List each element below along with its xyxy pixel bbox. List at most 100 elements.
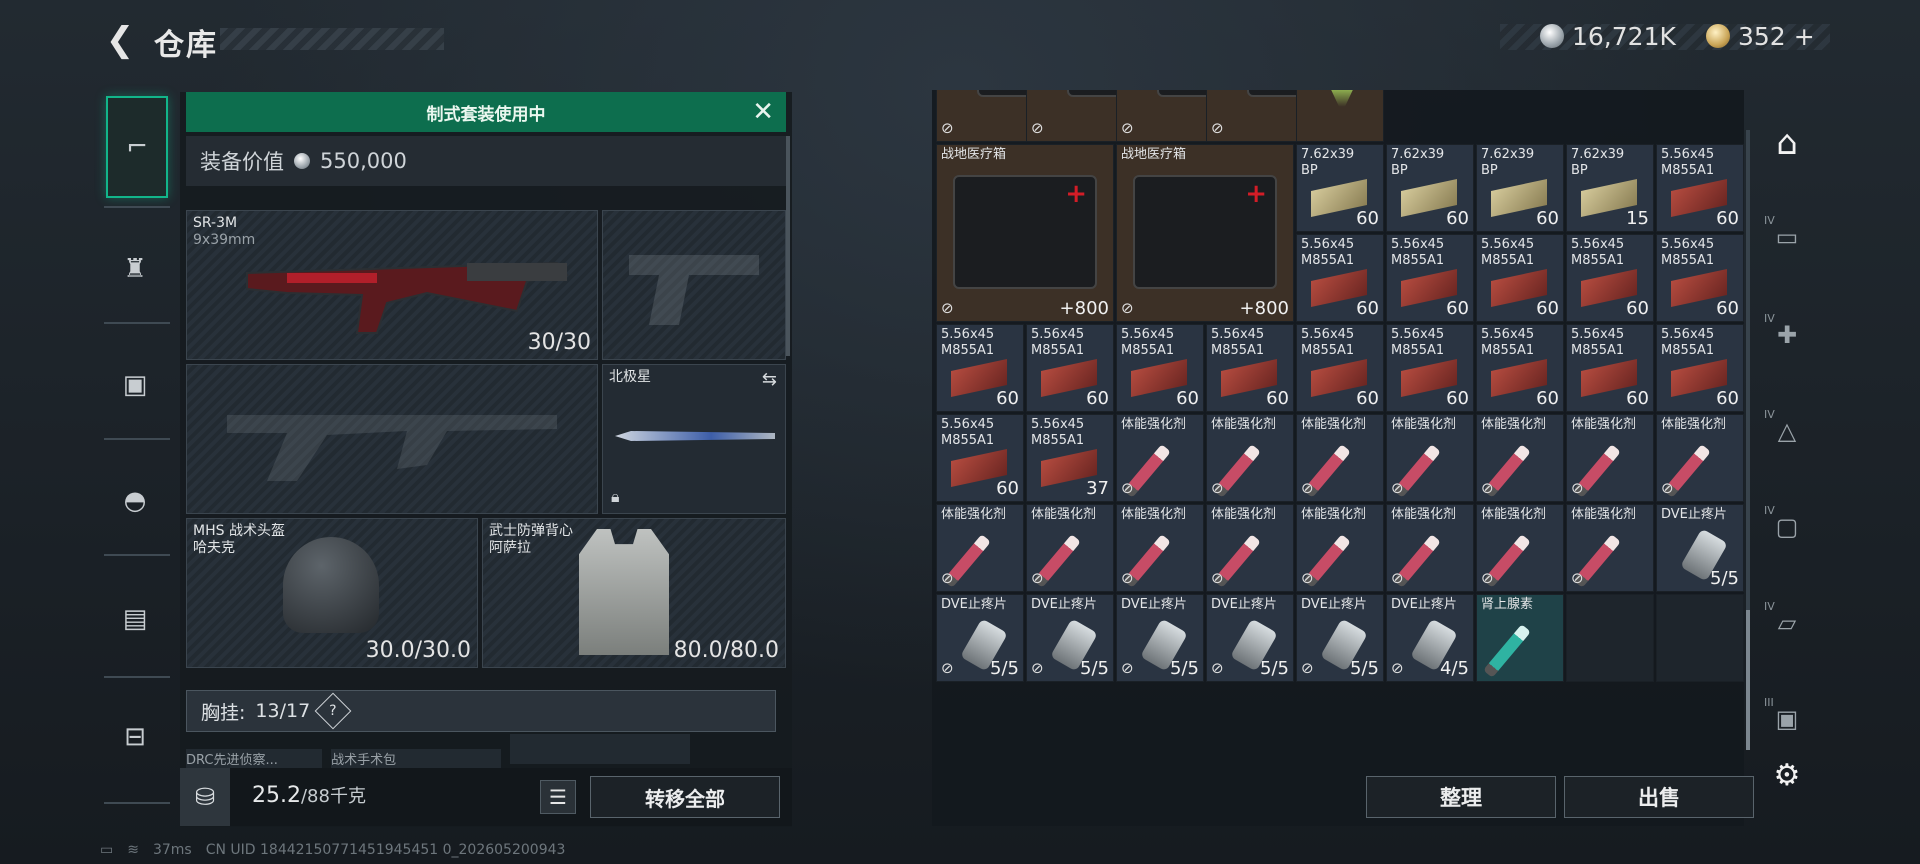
stash-item[interactable]: 体能强化剂 ⊘ xyxy=(1206,504,1294,592)
stash-scrollbar[interactable] xyxy=(1746,130,1750,750)
chest-item[interactable] xyxy=(510,734,691,764)
stash-item[interactable]: 5.56x45 M855A1 60 xyxy=(1476,234,1564,322)
stash-item[interactable]: 7.62x39 BP 60 xyxy=(1476,144,1564,232)
stash-item[interactable]: 5.56x45 M855A1 60 xyxy=(1656,324,1744,412)
stash-item[interactable]: 体能强化剂 ⊘ xyxy=(1116,414,1204,502)
chest-rig-header[interactable]: 胸挂: 13/17 ? xyxy=(186,690,776,732)
empty-stash-cell[interactable] xyxy=(1566,594,1654,682)
stash-item[interactable]: DVE止疼片 ⊘ 5/5 xyxy=(1116,594,1204,682)
all-items-tab[interactable]: ⌂ xyxy=(1762,118,1812,168)
pouch-tab[interactable]: ▤ xyxy=(106,590,164,648)
stash-item[interactable]: 体能强化剂 ⊘ xyxy=(1386,414,1474,502)
stash-item[interactable]: 战地医疗箱 ⊘ +800 xyxy=(936,144,1114,322)
stash-item[interactable]: 体能强化剂 ⊘ xyxy=(1656,414,1744,502)
stash-item[interactable]: DVE止疼片 ⊘ 4/5 xyxy=(1386,594,1474,682)
stash-item[interactable]: 5.56x45 M855A1 60 xyxy=(1656,234,1744,322)
category-tab[interactable]: IV △ xyxy=(1762,406,1812,456)
stash-item[interactable]: 7.62x39 BP 15 xyxy=(1566,144,1654,232)
stash-item[interactable]: 体能强化剂 ⊘ xyxy=(1206,414,1294,502)
armor-slot[interactable]: 武士防弹背心 阿萨拉 80.0/80.0 xyxy=(482,518,786,668)
stash-item[interactable]: 5.56x45 M855A1 60 xyxy=(1296,324,1384,412)
untradeable-icon: ⊘ xyxy=(1211,479,1224,497)
helmet-name: MHS 战术头盔 xyxy=(193,523,285,539)
stash-item[interactable]: DVE止疼片 ⊘ 5/5 xyxy=(1206,594,1294,682)
stash-item[interactable]: 体能强化剂 ⊘ xyxy=(1386,504,1474,592)
stash-item[interactable]: DVE止疼片 ⊘ 5/5 xyxy=(1296,594,1384,682)
stash-item[interactable]: 体能强化剂 ⊘ xyxy=(1296,504,1384,592)
chest-rig-tab[interactable]: ▣ xyxy=(106,356,164,414)
stash-item[interactable]: 5.56x45 M855A1 60 xyxy=(1656,144,1744,232)
stash-item[interactable]: 7.62x39 BP 60 xyxy=(1386,144,1474,232)
stash-item[interactable]: 5.56x45 M855A1 60 xyxy=(1116,324,1204,412)
stash-item[interactable]: 体能强化剂 ⊘ xyxy=(1296,414,1384,502)
stash-item[interactable]: 5.56x45 M855A1 60 xyxy=(1476,324,1564,412)
stash-item[interactable]: 漫长告别 xyxy=(1296,90,1384,142)
stash-item[interactable]: DVE止疼片 ⊘ 5/5 xyxy=(936,594,1024,682)
stash-item[interactable]: 5.56x45 M855A1 60 xyxy=(1386,234,1474,322)
stash-item[interactable]: 体能强化剂 ⊘ xyxy=(1116,504,1204,592)
sidearm-slot-empty[interactable] xyxy=(602,210,786,360)
list-button[interactable]: ☰ xyxy=(540,780,576,814)
back-button[interactable]: ❮ xyxy=(100,20,140,60)
stash-item[interactable]: DVE止疼片 ⊘ 5/5 xyxy=(1026,594,1114,682)
armor-tab[interactable]: ♜ xyxy=(106,240,164,298)
stash-item[interactable]: 体能强化剂 ⊘ xyxy=(936,504,1024,592)
item-count: 60 xyxy=(996,388,1019,409)
primary-weapon-slot[interactable]: SR-3M 9x39mm 30/30 xyxy=(186,210,598,360)
untradeable-icon: ⊘ xyxy=(1121,299,1134,317)
weight-max: /88千克 xyxy=(300,786,366,807)
weapon-tab[interactable]: ⌐ xyxy=(106,96,168,198)
swap-icon[interactable]: ⇆ xyxy=(762,369,777,390)
category-tab[interactable]: IV ✚ xyxy=(1762,310,1812,360)
close-icon[interactable]: ✕ xyxy=(752,98,774,126)
backpack-tab[interactable]: ◓ xyxy=(106,472,164,530)
stash-item[interactable]: 5.56x45 M855A1 60 xyxy=(1566,324,1654,412)
category-tab[interactable]: IV ▭ xyxy=(1762,212,1812,262)
gold-add-button[interactable]: + xyxy=(1794,22,1815,51)
category-tab[interactable]: III ▣ xyxy=(1762,694,1812,744)
vest-image xyxy=(579,529,669,655)
medkit-image xyxy=(1133,175,1277,289)
stash-item[interactable]: 5.56x45 M855A1 60 xyxy=(1026,324,1114,412)
ping-value: 37ms xyxy=(152,842,192,858)
stash-item[interactable]: 5.56x45 M855A1 60 xyxy=(1296,234,1384,322)
stash-item[interactable]: 体能强化剂 ⊘ xyxy=(1476,414,1564,502)
category-tab[interactable]: IV ▢ xyxy=(1762,502,1812,552)
stash-item[interactable]: 体能强化剂 ⊘ xyxy=(1476,504,1564,592)
category-tab[interactable]: IV ▱ xyxy=(1762,598,1812,648)
sell-button[interactable]: 出售 xyxy=(1564,776,1754,818)
gold-amount: 352 xyxy=(1738,21,1786,51)
stash-item[interactable]: 5.56x45 M855A1 60 xyxy=(936,414,1024,502)
stash-item[interactable]: 体能强化剂 ⊘ xyxy=(1566,414,1654,502)
briefcase-icon: ⊟ xyxy=(124,722,146,752)
item-name: 体能强化剂 xyxy=(941,507,1007,522)
stash-item[interactable]: 肾上腺素 xyxy=(1476,594,1564,682)
empty-stash-cell[interactable] xyxy=(1656,594,1744,682)
stash-item[interactable]: 7.62x39 BP 60 xyxy=(1296,144,1384,232)
stash-item[interactable]: 战地医疗箱 ⊘ +800 xyxy=(1116,144,1294,322)
case-tab[interactable]: ⊟ xyxy=(106,708,164,766)
panel-scrollbar[interactable] xyxy=(786,136,790,356)
stash-item[interactable]: 5.56x45 M855A1 60 xyxy=(1386,324,1474,412)
melee-slot[interactable]: 北极星 ⇆ 🔒︎ xyxy=(602,364,786,514)
secondary-weapon-slot-empty[interactable] xyxy=(186,364,598,514)
stash-item[interactable]: 5.56x45 M855A1 37 xyxy=(1026,414,1114,502)
helmet-slot[interactable]: MHS 战术头盔 哈夫克 30.0/30.0 xyxy=(186,518,478,668)
item-count: 60 xyxy=(1086,388,1109,409)
stash-item[interactable]: 5.56x45 M855A1 60 xyxy=(1206,324,1294,412)
stash-item[interactable]: 5.56x45 M855A1 60 xyxy=(1566,234,1654,322)
settings-button[interactable]: ⚙ xyxy=(1762,750,1812,800)
stash-item[interactable]: 体能强化剂 ⊘ xyxy=(1026,504,1114,592)
transfer-all-button[interactable]: 转移全部 xyxy=(590,776,780,818)
stash-item[interactable]: DVE止疼片 5/5 xyxy=(1656,504,1744,592)
untradeable-icon: ⊘ xyxy=(1121,569,1134,587)
item-name: DVE止疼片 xyxy=(1661,507,1727,522)
stash-item[interactable]: 5.56x45 M855A1 60 xyxy=(936,324,1024,412)
item-name: 5.56x45 M855A1 xyxy=(1571,327,1625,358)
help-glyph: ? xyxy=(329,703,337,719)
help-icon[interactable]: ? xyxy=(314,692,352,730)
sort-button[interactable]: 整理 xyxy=(1366,776,1556,818)
gold-currency[interactable]: 352 + xyxy=(1706,20,1815,52)
weapon-name: SR-3M xyxy=(193,215,238,231)
stash-item[interactable]: 体能强化剂 ⊘ xyxy=(1566,504,1654,592)
